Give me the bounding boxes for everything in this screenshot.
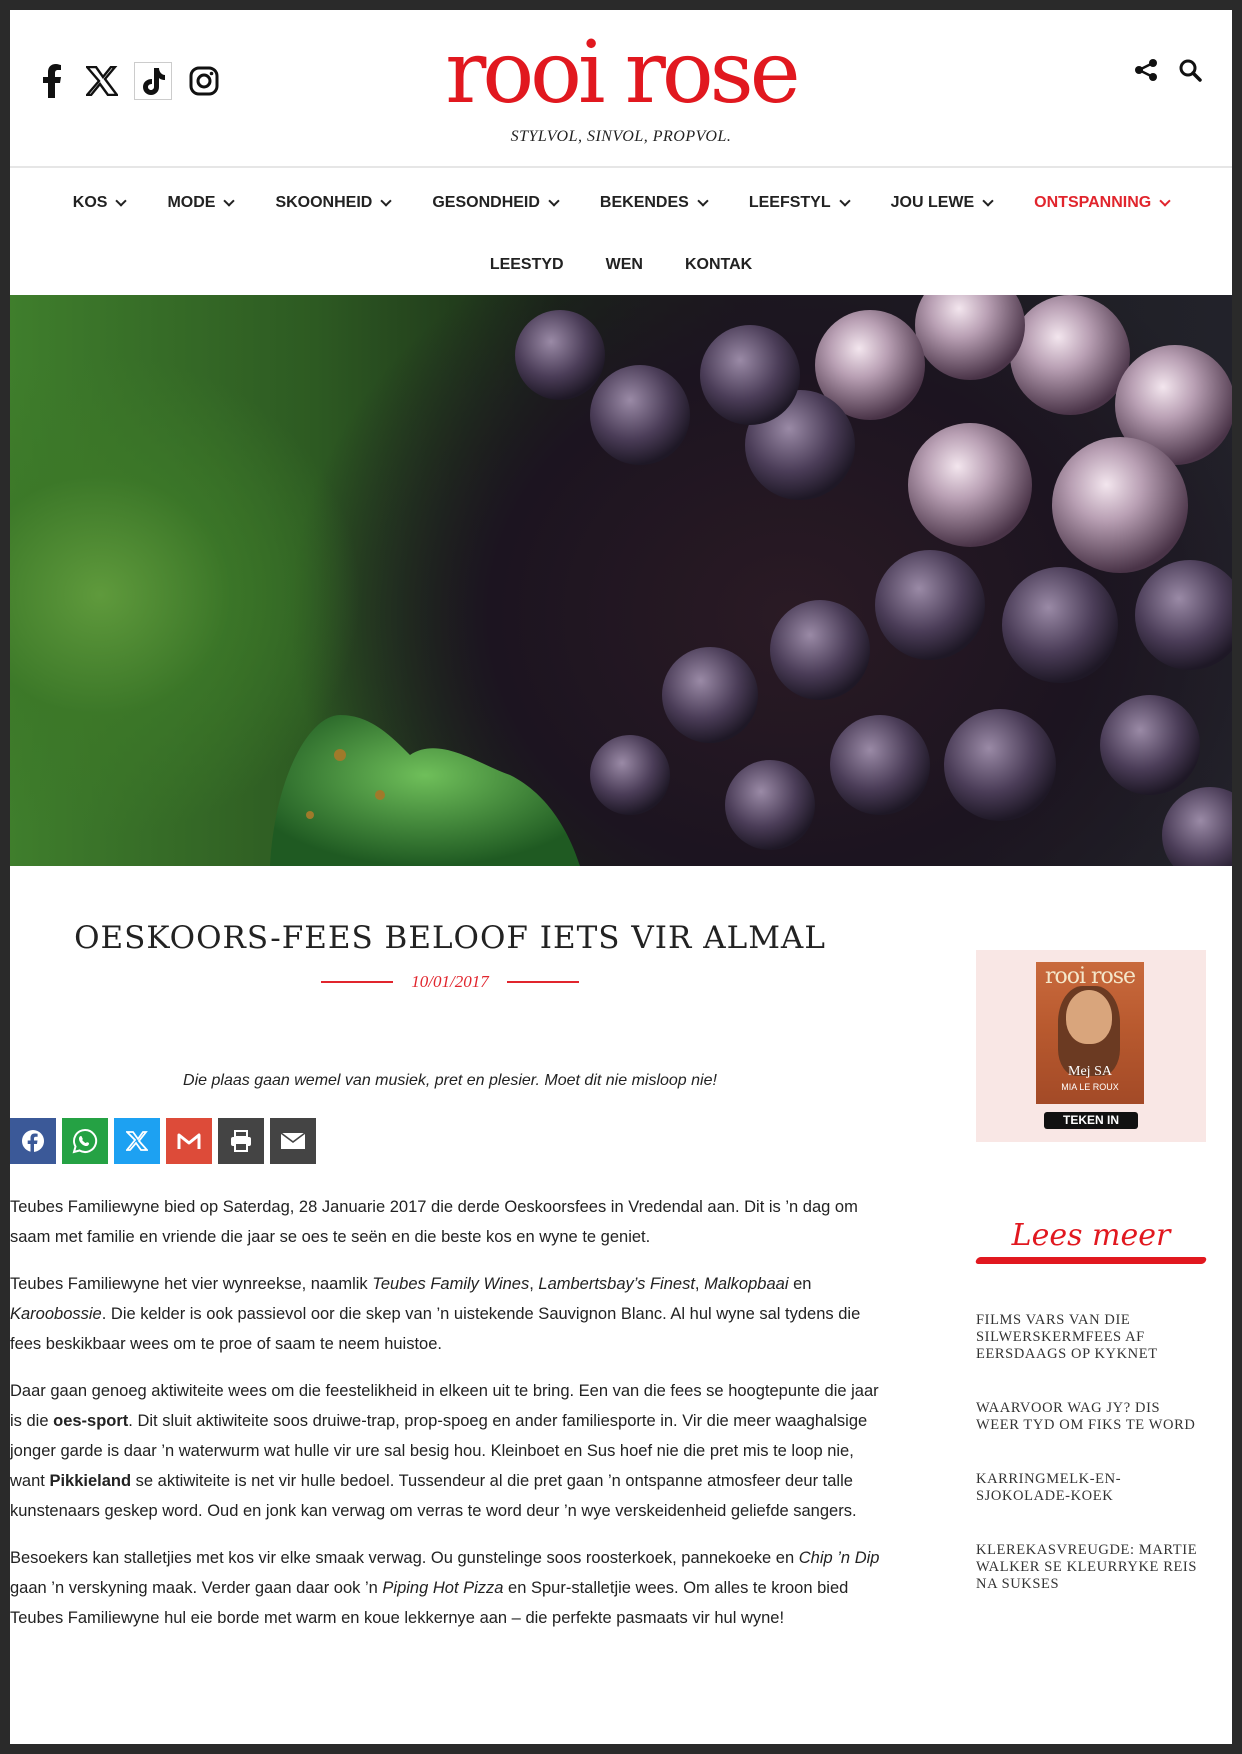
article-paragraph: Teubes Familiewyne het vier wynreekse, n… [10, 1269, 890, 1359]
share-x-button[interactable] [114, 1118, 160, 1164]
page: rooi rose STYLVOL, SINVOL, PROPVOL. KOS … [10, 10, 1232, 1744]
text: en [788, 1275, 812, 1293]
nav-row-primary: KOS MODE SKOONHEID GESONDHEID BEKENDES L… [10, 168, 1232, 234]
text: gaan ’n verskyning maak. Verder gaan daa… [10, 1579, 383, 1597]
nav-item-bekendes[interactable]: BEKENDES [599, 194, 709, 212]
chevron-down-icon [838, 195, 851, 207]
stall-name: Piping Hot Pizza [382, 1579, 504, 1597]
nav-item-leestyd[interactable]: LEESTYD [490, 256, 564, 274]
main-navigation: KOS MODE SKOONHEID GESONDHEID BEKENDES L… [10, 166, 1232, 296]
related-article-link[interactable]: WAARVOOR WAG JY? DIS WEER TYD OM FIKS TE… [976, 1400, 1206, 1434]
text: , [529, 1275, 539, 1293]
lees-meer-heading: Lees meer [1011, 1218, 1171, 1253]
article-body: Teubes Familiewyne bied op Saterdag, 28 … [10, 1192, 890, 1650]
nav-item-leefstyl[interactable]: LEEFSTYL [748, 194, 851, 212]
chevron-down-icon [115, 195, 128, 207]
related-article-link[interactable]: KARRINGMELK-EN-SJOKOLADE-KOEK [976, 1471, 1206, 1505]
nav-item-label: WEN [605, 256, 643, 273]
nav-item-skoonheid[interactable]: SKOONHEID [275, 194, 393, 212]
search-icon[interactable] [1176, 56, 1204, 84]
print-icon [231, 1130, 251, 1152]
text: , [694, 1275, 705, 1293]
facebook-icon [22, 1130, 44, 1152]
stall-name: Chip ’n Dip [798, 1549, 880, 1567]
chevron-down-icon [548, 195, 560, 207]
whatsapp-icon [72, 1128, 98, 1154]
chevron-down-icon [982, 195, 994, 207]
wine-range-name: Teubes Family Wines [372, 1275, 530, 1293]
cover-title: rooi rose [1044, 964, 1136, 989]
divider [506, 981, 579, 983]
magazine-cover[interactable]: rooi rose Mej SA MIA LE ROUX [1036, 962, 1144, 1104]
nav-item-label: MODE [167, 194, 216, 211]
chevron-down-icon [1159, 195, 1171, 207]
share-buttons [10, 1118, 316, 1164]
wine-range-name: Malkopbaai [704, 1275, 789, 1293]
nav-item-wen[interactable]: WEN [606, 256, 643, 274]
article-title: OESKOORS-FEES BELOOF IETS VIR ALMAL [74, 920, 826, 956]
cover-photo [1066, 990, 1112, 1044]
nav-item-gesondheid[interactable]: GESONDHEID [432, 194, 560, 212]
header-tools [1132, 56, 1204, 84]
subscribe-button[interactable]: TEKEN IN [1044, 1112, 1138, 1129]
sidebar: rooi rose Mej SA MIA LE ROUX TEKEN IN Le… [974, 950, 1208, 1630]
text: . Die kelder is ook passievol oor die sk… [10, 1305, 861, 1353]
hero-image [10, 295, 1232, 866]
article-lead: Die plaas gaan wemel van musiek, pret en… [183, 1072, 717, 1089]
heading-underline [974, 1257, 1208, 1264]
nav-item-label: SKOONHEID [275, 194, 373, 211]
site-header: rooi rose STYLVOL, SINVOL, PROPVOL. [10, 10, 1232, 166]
wine-range-name: Karoobossie [10, 1305, 102, 1323]
nav-item-label: GESONDHEID [432, 194, 540, 211]
article-paragraph: Besoekers kan stalletjies met kos vir el… [10, 1543, 890, 1633]
nav-row-secondary: LEESTYD WEN KONTAK [10, 234, 1232, 296]
emphasis: oes-sport [53, 1412, 129, 1430]
nav-item-ontspanning[interactable]: ONTSPANNING [1034, 194, 1171, 212]
share-whatsapp-button[interactable] [62, 1118, 108, 1164]
share-print-button[interactable] [218, 1118, 264, 1164]
nav-item-mode[interactable]: MODE [167, 194, 236, 212]
text: se aktiwiteite is net vir hulle bedoel. … [10, 1472, 857, 1520]
chevron-down-icon [697, 195, 709, 207]
chevron-down-icon [380, 195, 393, 207]
nav-item-label: ONTSPANNING [1034, 194, 1152, 211]
article-date-row: 10/01/2017 [10, 972, 890, 992]
related-articles: FILMS VARS VAN DIE SILWERSKERMFEES AF EE… [976, 1312, 1206, 1593]
nav-item-label: KONTAK [684, 256, 753, 273]
share-facebook-button[interactable] [10, 1118, 56, 1164]
cover-headline: Mej SA [1068, 1064, 1112, 1079]
nav-item-jou-lewe[interactable]: JOU LEWE [890, 194, 994, 212]
text: Besoekers kan stalletjies met kos vir el… [10, 1549, 799, 1567]
magazine-subscribe-widget[interactable]: rooi rose Mej SA MIA LE ROUX TEKEN IN [976, 950, 1206, 1142]
share-gmail-button[interactable] [166, 1118, 212, 1164]
email-icon [280, 1132, 306, 1149]
nav-item-label: KOS [72, 194, 108, 211]
wine-range-name: Lambertsbay’s Finest [538, 1275, 695, 1293]
article-paragraph: Teubes Familiewyne bied op Saterdag, 28 … [10, 1198, 858, 1246]
share-email-button[interactable] [270, 1118, 316, 1164]
nav-item-label: BEKENDES [599, 194, 689, 211]
gmail-icon [177, 1133, 201, 1149]
x-icon [126, 1131, 148, 1151]
related-article-link[interactable]: KLEREKASVREUGDE: MARTIE WALKER SE KLEURR… [976, 1542, 1206, 1593]
site-tagline: STYLVOL, SINVOL, PROPVOL. [510, 128, 732, 145]
nav-item-label: LEEFSTYL [748, 194, 831, 211]
article-date: 10/01/2017 [411, 972, 489, 991]
chevron-down-icon [223, 195, 236, 207]
nav-item-kontak[interactable]: KONTAK [685, 256, 752, 274]
text: Teubes Familiewyne het vier wynreekse, n… [10, 1275, 373, 1293]
nav-item-kos[interactable]: KOS [72, 194, 128, 212]
nav-item-label: LEESTYD [489, 256, 564, 273]
divider [321, 981, 394, 983]
cover-subheadline: MIA LE ROUX [1061, 1082, 1119, 1092]
related-article-link[interactable]: FILMS VARS VAN DIE SILWERSKERMFEES AF EE… [976, 1312, 1206, 1363]
site-logo[interactable]: rooi rose [10, 28, 1232, 118]
nav-item-label: JOU LEWE [890, 194, 975, 211]
article-paragraph: Daar gaan genoeg aktiwiteite wees om die… [10, 1376, 890, 1526]
share-icon[interactable] [1132, 56, 1160, 84]
emphasis: Pikkieland [49, 1472, 132, 1490]
